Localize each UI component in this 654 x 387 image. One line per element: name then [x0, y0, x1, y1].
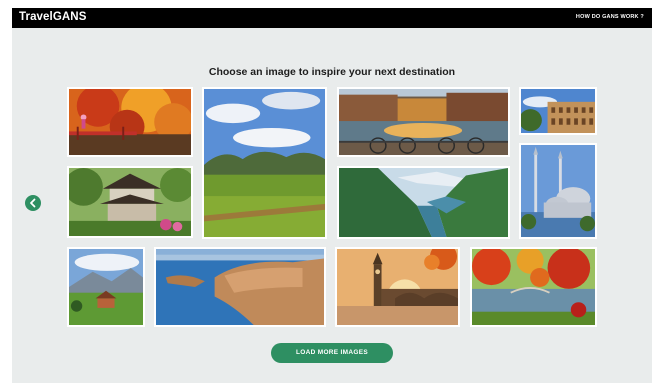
load-more-button[interactable]: LOAD MORE IMAGES	[271, 343, 393, 363]
gallery-image-alpine-meadow[interactable]	[67, 247, 145, 327]
gallery-image-valley[interactable]	[202, 87, 327, 239]
chevron-left-icon	[30, 198, 36, 208]
gallery-image-colosseum[interactable]	[519, 87, 597, 135]
top-bar: TravelGANS HOW DO GANS WORK ?	[12, 8, 652, 28]
how-gans-work-link[interactable]: HOW DO GANS WORK ?	[576, 14, 644, 20]
gallery-image-mosque[interactable]	[519, 143, 597, 239]
app-window: TravelGANS HOW DO GANS WORK ? Choose an …	[12, 8, 652, 383]
gallery-image-coastal-city[interactable]	[154, 247, 326, 327]
gallery-image-canal[interactable]	[337, 87, 510, 157]
previous-button[interactable]	[25, 195, 41, 211]
gallery-image-fjord[interactable]	[337, 166, 510, 239]
gallery-image-big-ben[interactable]	[335, 247, 460, 327]
gallery-image-autumn-garden[interactable]	[67, 87, 193, 157]
brand-logo[interactable]: TravelGANS	[19, 11, 86, 23]
page-title: Choose an image to inspire your next des…	[208, 66, 456, 78]
gallery-image-pagoda-house[interactable]	[67, 166, 193, 238]
gallery-image-autumn-lake[interactable]	[470, 247, 597, 327]
